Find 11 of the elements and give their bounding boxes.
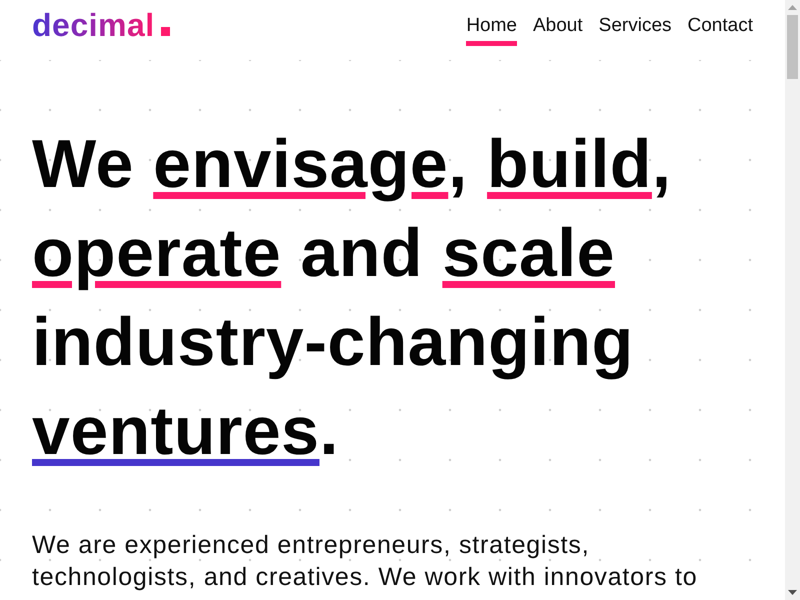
- nav-link[interactable]: Home: [466, 15, 517, 46]
- scrollbar-thumb[interactable]: [787, 15, 798, 79]
- intro-paragraph: We are experienced entrepreneurs, strategists, technologists, and creatives. We work with innovators to: [32, 530, 698, 593]
- scrollbar[interactable]: [785, 0, 800, 600]
- nav-link[interactable]: Services: [598, 15, 672, 46]
- scroll-down-arrow-icon[interactable]: [788, 590, 797, 595]
- scroll-up-arrow-icon[interactable]: [788, 5, 797, 10]
- square-icon: [160, 27, 170, 36]
- nav-link[interactable]: Contact: [688, 15, 753, 46]
- nav-link[interactable]: About: [533, 15, 583, 46]
- headline: We envisage, build, operate and scale industry-changing ventures.: [32, 125, 672, 471]
